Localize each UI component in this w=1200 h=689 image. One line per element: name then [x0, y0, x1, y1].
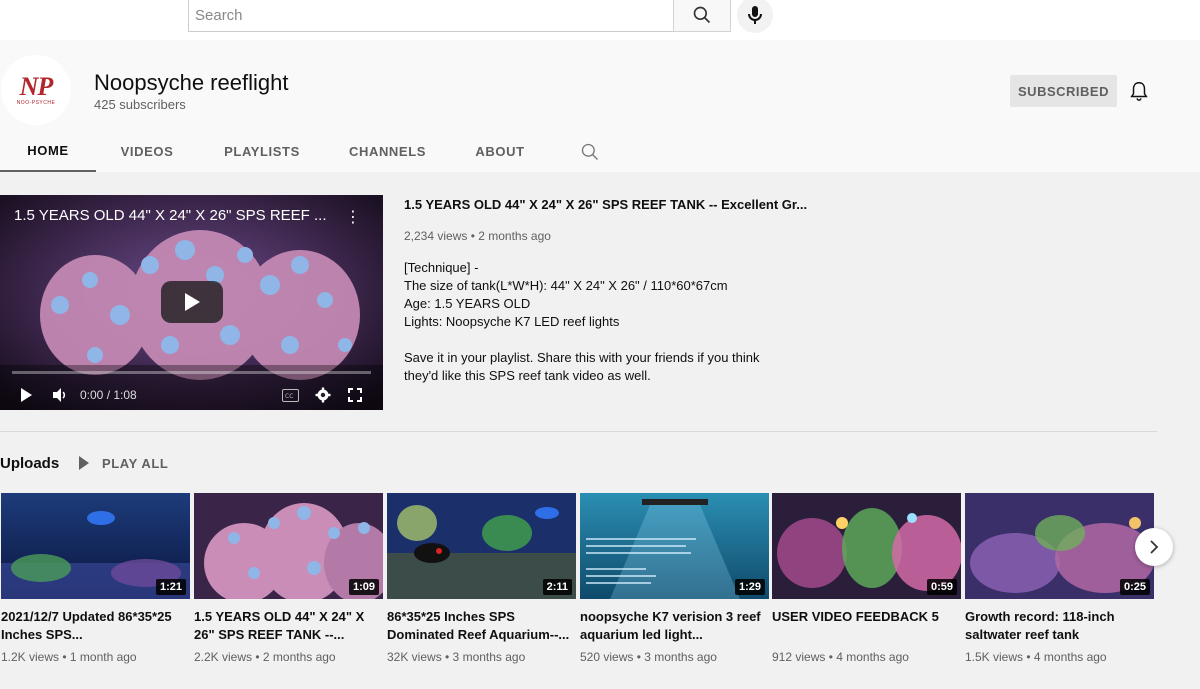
tab-channels[interactable]: CHANNELS [340, 130, 435, 172]
avatar-logo-text: NOO-PSYCHE [16, 99, 56, 106]
channel-home-content: 1.5 YEARS OLD 44" X 24" X 26" SPS REEF .… [0, 172, 1200, 689]
featured-video-info: 1.5 YEARS OLD 44" X 24" X 26" SPS REEF T… [404, 197, 807, 403]
video-meta: 1.5K views • 4 months ago [965, 650, 1107, 664]
featured-video-player[interactable]: 1.5 YEARS OLD 44" X 24" X 26" SPS REEF .… [0, 195, 383, 410]
video-card[interactable]: 1:21 2021/12/7 Updated 86*35*25 Inches S… [1, 493, 190, 664]
video-card[interactable]: 2:11 86*35*25 Inches SPS Dominated Reef … [387, 493, 576, 664]
video-title[interactable]: 1.5 YEARS OLD 44" X 24" X 26" SPS REEF T… [194, 608, 383, 644]
player-title: 1.5 YEARS OLD 44" X 24" X 26" SPS REEF .… [14, 207, 327, 224]
channel-search-icon[interactable] [580, 142, 600, 162]
play-button[interactable] [161, 281, 223, 323]
video-thumbnail[interactable]: 0:25 [965, 493, 1154, 599]
video-title[interactable]: 2021/12/7 Updated 86*35*25 Inches SPS... [1, 608, 190, 644]
play-icon [185, 293, 200, 311]
channel-name: Noopsyche reeflight [94, 70, 289, 95]
search-button[interactable] [673, 0, 731, 32]
avatar-logo-mark: NP [19, 71, 54, 101]
notification-bell-icon[interactable] [1128, 80, 1150, 102]
tab-bar: HOME VIDEOS PLAYLISTS CHANNELS ABOUT [0, 130, 1200, 172]
play-all-button[interactable]: PLAY ALL [78, 453, 168, 473]
video-card[interactable]: 0:59 USER VIDEO FEEDBACK 5 912 views • 4… [772, 493, 961, 664]
shelf-next-button[interactable] [1135, 528, 1173, 566]
search-icon [693, 6, 711, 24]
desc-line: Lights: Noopsyche K7 LED reef lights [404, 314, 620, 329]
desc-line: Age: 1.5 YEARS OLD [404, 296, 531, 311]
video-title[interactable]: noopsyche K7 verision 3 reef aquarium le… [580, 608, 769, 644]
microphone-icon [748, 6, 762, 24]
voice-search-button[interactable] [737, 0, 773, 33]
avatar[interactable]: NP NOO-PSYCHE [1, 55, 71, 125]
play-all-icon [79, 456, 89, 470]
search-input[interactable]: Search [188, 0, 673, 32]
more-options-icon[interactable]: ⋮ [345, 207, 361, 227]
video-meta: 1.2K views • 1 month ago [1, 650, 137, 664]
video-card[interactable]: 1:29 noopsyche K7 verision 3 reef aquari… [580, 493, 769, 664]
video-meta: 912 views • 4 months ago [772, 650, 909, 664]
duration-badge: 1:21 [155, 579, 186, 595]
duration-badge: 1:09 [348, 579, 379, 595]
duration-badge: 0:59 [926, 579, 957, 595]
video-meta: 2.2K views • 2 months ago [194, 650, 336, 664]
video-thumbnail[interactable]: 2:11 [387, 493, 576, 599]
video-title[interactable]: USER VIDEO FEEDBACK 5 [772, 608, 961, 644]
tab-videos[interactable]: VIDEOS [108, 130, 186, 172]
duration-badge: 1:29 [734, 579, 765, 595]
volume-icon[interactable] [52, 387, 68, 403]
settings-gear-icon[interactable] [315, 387, 331, 403]
duration-badge: 2:11 [542, 579, 572, 595]
duration-badge: 0:25 [1119, 579, 1150, 595]
video-thumbnail[interactable]: 1:21 [1, 493, 190, 599]
description-para-2: Save it in your playlist. Share this wit… [404, 350, 760, 383]
tab-playlists[interactable]: PLAYLISTS [210, 130, 314, 172]
featured-video-meta: 2,234 views • 2 months ago [404, 229, 551, 243]
video-thumbnail[interactable]: 1:09 [194, 493, 383, 599]
search-placeholder: Search [195, 6, 243, 24]
video-thumbnail[interactable]: 1:29 [580, 493, 769, 599]
masthead: Search [0, 0, 1200, 40]
description-para-1: [Technique] - The size of tank(L*W*H): 4… [404, 259, 774, 331]
uploads-heading[interactable]: Uploads [0, 455, 59, 472]
video-title[interactable]: Growth record: 118-inch saltwater reef t… [965, 608, 1154, 644]
featured-video-description: [Technique] - The size of tank(L*W*H): 4… [404, 259, 774, 385]
subscriber-count: 425 subscribers [94, 97, 186, 112]
section-divider [0, 431, 1157, 432]
video-meta: 520 views • 3 months ago [580, 650, 717, 664]
player-controls: 0:00 / 1:08 CC [0, 381, 383, 410]
featured-video-title[interactable]: 1.5 YEARS OLD 44" X 24" X 26" SPS REEF T… [404, 197, 807, 212]
fullscreen-icon[interactable] [348, 388, 362, 402]
video-meta: 32K views • 3 months ago [387, 650, 526, 664]
captions-icon[interactable]: CC [282, 389, 299, 402]
svg-text:CC: CC [285, 393, 293, 400]
tab-about[interactable]: ABOUT [466, 130, 534, 172]
progress-bar[interactable] [12, 371, 371, 374]
video-thumbnail[interactable]: 0:59 [772, 493, 961, 599]
video-card[interactable]: 0:25 Growth record: 118-inch saltwater r… [965, 493, 1154, 664]
time-display: 0:00 / 1:08 [80, 388, 137, 402]
desc-line: [Technique] - [404, 260, 479, 275]
play-all-label: PLAY ALL [102, 455, 169, 471]
play-small-icon[interactable] [20, 388, 33, 402]
tab-home[interactable]: HOME [0, 130, 96, 172]
video-card[interactable]: 1:09 1.5 YEARS OLD 44" X 24" X 26" SPS R… [194, 493, 383, 664]
chevron-right-icon [1150, 540, 1159, 554]
desc-line: The size of tank(L*W*H): 44" X 24" X 26"… [404, 278, 728, 293]
video-title[interactable]: 86*35*25 Inches SPS Dominated Reef Aquar… [387, 608, 576, 644]
subscribed-button[interactable]: SUBSCRIBED [1010, 75, 1117, 107]
